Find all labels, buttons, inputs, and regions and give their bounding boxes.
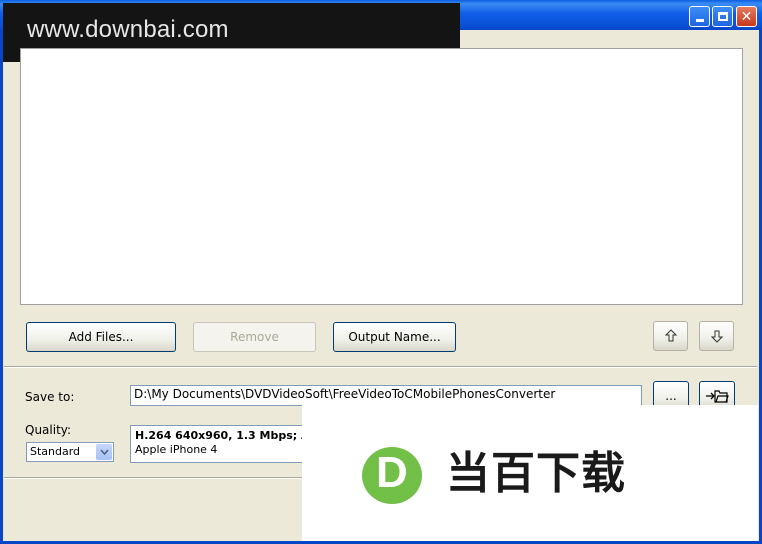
profile-format: H.264 640x960, 1.3 Mbps; AAC [135,429,303,442]
minimize-button[interactable] [689,6,710,27]
open-folder-icon [706,390,729,403]
output-name-button[interactable]: Output Name... [333,322,456,352]
window-frame-left [0,30,3,544]
save-path-field[interactable]: D:\My Documents\DVDVideoSoft\FreeVideoTo… [130,385,642,406]
section-divider [4,366,757,368]
maximize-button[interactable] [712,6,733,27]
minimize-icon [695,19,704,22]
arrow-down-icon [710,330,723,343]
watermark-url: www.downbai.com [27,16,229,43]
save-to-label: Save to: [25,390,75,404]
logo-text: 当百下载 [446,448,626,499]
close-icon: ✕ [740,8,753,25]
close-button[interactable]: ✕ [736,6,757,27]
quality-selected-value: Standard [30,445,81,458]
bottom-divider [4,477,302,479]
move-up-button[interactable] [653,321,688,351]
quality-label: Quality: [25,423,72,437]
maximize-icon [717,12,728,21]
quality-select[interactable]: Standard [26,442,114,462]
file-list[interactable] [20,48,743,305]
profile-device: Apple iPhone 4 [135,443,218,456]
logo-letter: D [376,448,408,497]
chevron-down-icon[interactable] [96,444,112,460]
main-window: ✕ www.downbai.com Add Files... Remove Ou… [0,0,762,544]
arrow-up-icon [664,329,677,342]
move-down-button[interactable] [699,321,734,351]
remove-button[interactable]: Remove [193,322,316,352]
profile-box[interactable]: H.264 640x960, 1.3 Mbps; AAC Apple iPhon… [130,425,304,463]
add-files-button[interactable]: Add Files... [26,322,176,352]
